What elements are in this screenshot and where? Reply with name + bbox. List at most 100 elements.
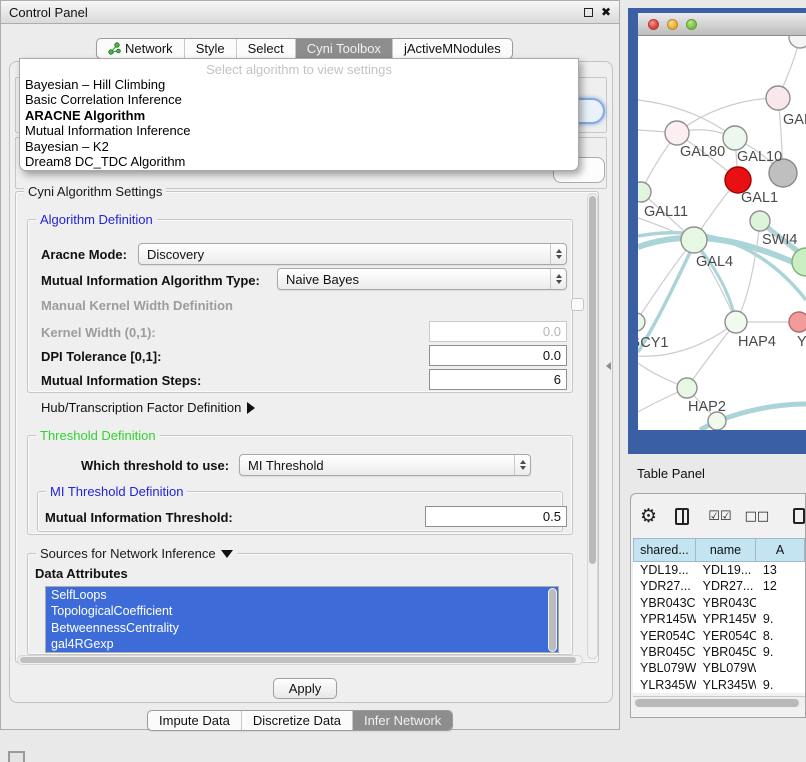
tab-network[interactable]: Network [97,39,184,58]
table-row[interactable]: YPR145WYPR145W9. [633,611,805,627]
apply-button[interactable]: Apply [273,678,337,699]
app-root: Control Panel ✖ NetworkStyleSelectCyni T… [0,0,806,762]
tab-impute-data[interactable]: Impute Data [148,711,241,730]
tab-discretize-data[interactable]: Discretize Data [241,711,352,730]
threshold-definition-title: Threshold Definition [36,428,160,443]
tab-label: Discretize Data [253,713,341,728]
minimized-panel-icon[interactable] [8,751,25,762]
zoom-traffic-light-icon[interactable] [686,19,697,30]
network-node-label: GAL4 [696,254,733,270]
table-row[interactable]: YDL19...YDL19...13 [633,562,805,578]
network-node[interactable] [638,313,645,331]
hub-definition-label: Hub/Transcription Factor Definition [41,400,241,415]
tab-select[interactable]: Select [236,39,295,58]
network-node[interactable] [792,248,806,276]
settings-vscroll-thumb[interactable] [589,196,596,564]
algorithm-option[interactable]: ARACNE Algorithm [20,108,578,123]
attribute-item[interactable]: gal4RGexp [46,636,558,652]
tab-jactivemnodules[interactable]: jActiveMNodules [392,39,512,58]
manual-kernel-width-checkbox[interactable] [571,298,584,311]
settings-gear-icon[interactable]: ⚙ [640,505,657,527]
attribute-item[interactable]: TopologicalCoefficient [46,603,558,619]
network-node[interactable] [766,86,790,110]
column-header[interactable]: name [696,538,756,562]
mi-steps-input[interactable] [429,369,567,390]
tab-infer-network[interactable]: Infer Network [352,711,452,730]
minimize-traffic-light-icon[interactable] [667,19,678,30]
network-edge [736,221,760,322]
columns-icon[interactable] [675,508,689,525]
tab-cyni-toolbox[interactable]: Cyni Toolbox [295,39,392,58]
settings-group-title: Cyni Algorithm Settings [24,184,166,199]
network-node[interactable] [789,312,806,332]
network-node-label: GAL80 [680,144,725,160]
network-node[interactable] [677,378,697,398]
select-all-columns-icon[interactable]: ☑☑ [708,509,731,524]
network-node[interactable] [723,126,747,150]
attribute-item[interactable]: SelfLoops [46,587,558,603]
network-node-label: SWI4 [762,232,797,248]
table-panel-title: Table Panel [637,466,705,481]
close-traffic-light-icon[interactable] [648,19,659,30]
network-node[interactable] [665,121,689,145]
attribute-item[interactable]: BetweennessCentrality [46,620,558,636]
algorithm-option[interactable]: Bayesian – K2 [20,139,578,154]
network-node-label: HAP2 [688,399,726,415]
deselect-all-columns-icon[interactable]: □□ [745,509,770,524]
dpi-tolerance-input[interactable] [429,345,567,366]
network-node-label: GAL [783,112,806,128]
settings-horizontal-scrollbar[interactable] [17,655,583,665]
attributes-scrollbar[interactable] [548,588,557,652]
kernel-width-input[interactable] [429,321,567,342]
settings-vertical-scrollbar[interactable] [587,193,598,659]
algorithm-option[interactable]: Basic Correlation Inference [20,92,578,107]
table-row[interactable]: YBR043CYBR043C [633,595,805,611]
column-header[interactable]: A [756,538,805,562]
table-hscroll-thumb[interactable] [635,699,799,707]
table-panel-window: ⚙ ☑☑ □□ shared...nameA YDL19...YDL19...1… [630,493,806,718]
column-header[interactable]: shared... [633,538,696,562]
table-cell: 12 [756,578,805,594]
toolbox-bottom-tabbar: Impute Data Discretize Data Infer Network [147,710,453,731]
sources-group-title[interactable]: Sources for Network Inference [36,546,237,561]
tab-label: Cyni Toolbox [307,41,381,56]
close-icon[interactable]: ✖ [601,8,611,17]
clipped-toolbar-icon[interactable] [793,508,805,524]
algorithm-option[interactable]: Bayesian – Hill Climbing [20,77,578,92]
table-row[interactable]: YLR345WYLR345W9. [633,677,805,693]
aracne-mode-label: Aracne Mode: [41,247,127,262]
table-row[interactable]: YBR045CYBR045C9. [633,644,805,660]
algorithm-dropdown-placeholder: Select algorithm to view settings [20,59,578,77]
network-node[interactable] [750,211,770,231]
algorithm-option[interactable]: Mutual Information Inference [20,123,578,138]
splitter-collapse-arrow[interactable] [606,362,611,370]
mi-threshold-input[interactable] [425,506,567,527]
mi-algorithm-type-combo[interactable]: Naive Bayes [277,268,567,290]
network-node[interactable] [789,36,806,48]
network-node[interactable] [681,227,707,253]
network-node[interactable] [725,311,747,333]
aracne-mode-combo[interactable]: Discovery [138,243,567,265]
mi-algorithm-type-label: Mutual Information Algorithm Type: [41,273,260,288]
tab-style[interactable]: Style [184,39,236,58]
algorithm-option[interactable]: Dream8 DC_TDC Algorithm [20,154,578,169]
table-horizontal-scrollbar[interactable] [633,696,805,708]
attributes-scroll-thumb[interactable] [549,589,556,651]
which-threshold-combo[interactable]: MI Threshold [239,454,531,476]
settings-hscroll-thumb[interactable] [20,657,576,663]
table-row[interactable]: YDR27...YDR27...12 [633,578,805,594]
which-threshold-value: MI Threshold [248,458,514,473]
network-node[interactable] [638,182,651,202]
mi-algorithm-type-value: Naive Bayes [286,272,550,287]
data-attributes-list: SelfLoopsTopologicalCoefficientBetweenne… [45,586,559,653]
network-canvas[interactable]: GALGAL80GAL10GAL1GAL11SWI4GAL4GCY1HAP4YH… [638,36,806,430]
table-cell: YER054C [633,628,696,644]
table-row[interactable]: YBL079WYBL079W [633,660,805,676]
table-row[interactable]: YER054CYER054C8. [633,628,805,644]
float-window-icon[interactable] [584,8,593,17]
network-window-titlebar[interactable] [638,13,806,36]
dpi-tolerance-label: DPI Tolerance [0,1]: [41,349,161,364]
mi-threshold-label: Mutual Information Threshold: [45,510,233,525]
table-toolbar: ⚙ ☑☑ □□ [631,494,805,538]
hub-definition-toggle[interactable]: Hub/Transcription Factor Definition [41,400,255,415]
